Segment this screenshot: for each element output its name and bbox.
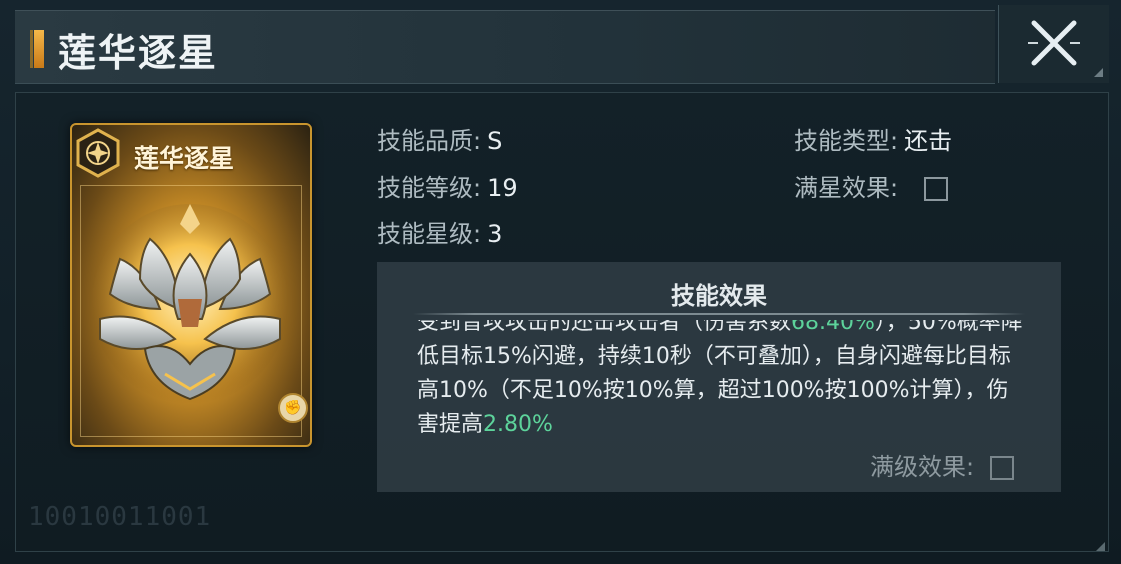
damage-coefficient: 68.40% (791, 320, 875, 335)
type-value: 还击 (904, 127, 953, 155)
maxlvl-label: 满级效果: (870, 453, 975, 481)
title-accent (34, 30, 44, 68)
corner-decoration-bottom (1096, 542, 1105, 551)
effect-scroll-area[interactable]: 受到普攻攻击的还击攻击者（伤害系数68.40%），50%概率降低目标15%闪避，… (417, 320, 1037, 438)
type-row: 技能类型: 还击 (794, 121, 952, 156)
maxstar-checkbox[interactable] (923, 177, 948, 201)
fist-icon: ✊ (278, 393, 308, 423)
level-value: 19 (487, 174, 518, 202)
quality-row: 技能品质: S (377, 121, 502, 156)
star-label: 技能星级: (377, 220, 482, 248)
maxlvl-checkbox[interactable] (989, 456, 1014, 480)
effect-description: 受到普攻攻击的还击攻击者（伤害系数68.40%），50%概率降低目标15%闪避，… (417, 320, 1029, 438)
title-accent-line (30, 30, 33, 68)
quality-label: 技能品质: (377, 127, 482, 155)
page-title: 莲华逐星 (58, 30, 219, 75)
card-title: 莲华逐星 (134, 144, 235, 173)
maxstar-label: 满星效果: (794, 174, 899, 202)
effect-title: 技能效果 (671, 282, 767, 310)
quality-value: S (487, 127, 503, 155)
star-row: 技能星级: 3 (377, 214, 502, 249)
skill-card: 莲华逐星 ✊ (70, 123, 312, 447)
background-watermark: 10010011001 (28, 502, 212, 532)
lotus-artwork-icon (92, 204, 288, 404)
level-row: 技能等级: 19 (377, 168, 518, 203)
close-icon[interactable] (1026, 15, 1082, 71)
maxlvl-row: 满级效果: (870, 447, 1014, 482)
maxstar-row: 满星效果: (794, 168, 948, 203)
level-label: 技能等级: (377, 174, 482, 202)
damage-bonus: 2.80% (483, 412, 553, 437)
effect-text-a: 受到普攻攻击的还击攻击者（伤害系数 (417, 320, 792, 335)
effect-divider (413, 313, 1025, 315)
corner-decoration (1094, 68, 1103, 77)
type-label: 技能类型: (794, 127, 899, 155)
star-value: 3 (487, 220, 503, 248)
skill-type-badge-icon (76, 128, 120, 178)
